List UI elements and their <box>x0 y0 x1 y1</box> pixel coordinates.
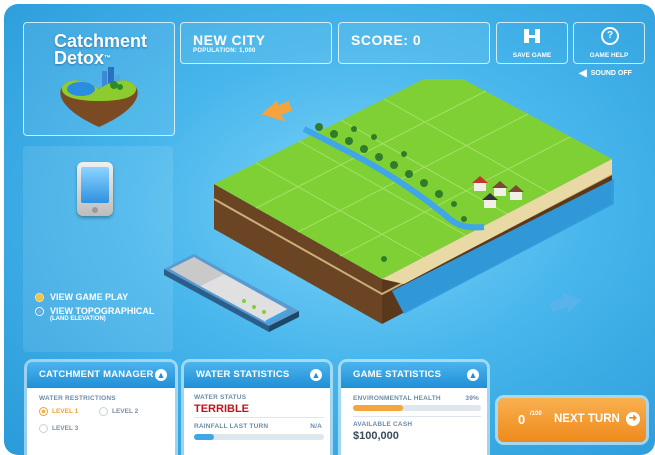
collapse-arrow-icon[interactable]: ▲ <box>155 369 167 381</box>
rotate-left-arrow-icon[interactable] <box>259 97 295 129</box>
game-help-label: GAME HELP <box>589 52 629 59</box>
cash-label: AVAILABLE CASH <box>353 421 413 428</box>
level-3-label: LEVEL 3 <box>52 425 79 432</box>
collapse-arrow-icon[interactable]: ▲ <box>310 369 322 381</box>
sound-toggle[interactable]: ◀ SOUND OFF <box>579 68 632 79</box>
rainfall-bar <box>194 434 324 440</box>
view-game-play-option[interactable]: VIEW GAME PLAY <box>35 292 128 302</box>
logo-line2: Detox <box>54 48 105 68</box>
level-2-radio[interactable] <box>99 407 108 416</box>
help-icon: ? <box>601 27 619 45</box>
city-panel: NEW CITY POPULATION: 1,000 <box>180 22 332 64</box>
rainfall-value: N/A <box>310 423 322 430</box>
minimap[interactable] <box>164 254 299 332</box>
arrow-right-icon: ➜ <box>626 412 640 426</box>
env-health-bar-fill <box>353 405 403 411</box>
speaker-icon: ◀ <box>579 68 587 79</box>
catchment-manager-title: CATCHMENT MANAGER <box>39 369 154 380</box>
water-statistics-panel: WATER STATISTICS ▲ WATER STATUS TERRIBLE… <box>184 362 330 455</box>
rainfall-bar-fill <box>194 434 214 440</box>
radio-game-play[interactable] <box>35 293 44 302</box>
next-turn-label: NEXT TURN <box>554 413 620 425</box>
game-statistics-header[interactable]: GAME STATISTICS ▲ <box>341 362 487 388</box>
city-population: POPULATION: 1,000 <box>193 48 256 54</box>
water-status-label: WATER STATUS <box>194 394 247 401</box>
sound-label: SOUND OFF <box>590 70 632 77</box>
level-2-option[interactable]: LEVEL 2 <box>99 407 138 416</box>
level-2-label: LEVEL 2 <box>112 408 139 415</box>
turn-count: 0 <box>518 412 526 427</box>
water-statistics-header[interactable]: WATER STATISTICS ▲ <box>184 362 330 388</box>
cash-value: $100,000 <box>353 430 399 442</box>
score-panel: SCORE: 0 <box>338 22 490 64</box>
level-1-option[interactable]: LEVEL 1 <box>39 407 78 416</box>
view-topographical-sub: (LAND ELEVATION) <box>50 316 106 322</box>
rotate-right-arrow-icon[interactable] <box>547 286 585 318</box>
logo-panel: Catchment Detox™ <box>23 22 175 136</box>
view-panel: VIEW GAME PLAY VIEW TOPOGRAPHICAL (LAND … <box>23 146 173 352</box>
view-topographical-label: VIEW TOPOGRAPHICAL <box>50 306 155 316</box>
game-statistics-title: GAME STATISTICS <box>353 369 442 380</box>
game-help-button[interactable]: ? GAME HELP <box>573 22 645 64</box>
level-3-radio[interactable] <box>39 424 48 433</box>
logo-heart-icon <box>60 67 138 127</box>
water-statistics-title: WATER STATISTICS <box>196 369 290 380</box>
game-statistics-panel: GAME STATISTICS ▲ ENVIRONMENTAL HEALTH 3… <box>341 362 487 455</box>
level-3-option[interactable]: LEVEL 3 <box>39 424 78 433</box>
water-status-value: TERRIBLE <box>194 403 249 415</box>
radio-topographical[interactable] <box>35 307 44 316</box>
view-topographical-option[interactable]: VIEW TOPOGRAPHICAL (LAND ELEVATION) <box>35 306 154 322</box>
score-label: SCORE: 0 <box>351 32 422 48</box>
logo-title: Catchment Detox™ <box>54 32 147 68</box>
game-stage: Catchment Detox™ NEW CITY POPULATION: 1,… <box>4 4 655 455</box>
collapse-arrow-icon[interactable]: ▲ <box>467 369 479 381</box>
save-game-button[interactable]: SAVE GAME <box>496 22 568 64</box>
save-icon <box>524 29 540 43</box>
view-game-play-label: VIEW GAME PLAY <box>50 292 129 302</box>
env-health-bar <box>353 405 481 411</box>
game-map[interactable] <box>154 79 624 354</box>
env-health-value: 39% <box>465 395 479 402</box>
rainfall-label: RAINFALL LAST TURN <box>194 423 269 430</box>
next-turn-button[interactable]: 0 /100 NEXT TURN ➜ <box>498 398 646 442</box>
env-health-label: ENVIRONMENTAL HEALTH <box>353 395 441 402</box>
water-restrictions-label: WATER RESTRICTIONS <box>39 395 116 402</box>
level-1-radio[interactable] <box>39 407 48 416</box>
level-1-label: LEVEL 1 <box>52 408 79 415</box>
logo-tm: ™ <box>104 55 112 62</box>
tablet-icon <box>77 162 113 216</box>
catchment-manager-panel: CATCHMENT MANAGER ▲ WATER RESTRICTIONS L… <box>27 362 175 455</box>
save-game-label: SAVE GAME <box>512 52 552 59</box>
city-name: NEW CITY <box>193 32 266 48</box>
turn-total: /100 <box>530 411 542 417</box>
catchment-manager-header[interactable]: CATCHMENT MANAGER ▲ <box>27 362 175 388</box>
